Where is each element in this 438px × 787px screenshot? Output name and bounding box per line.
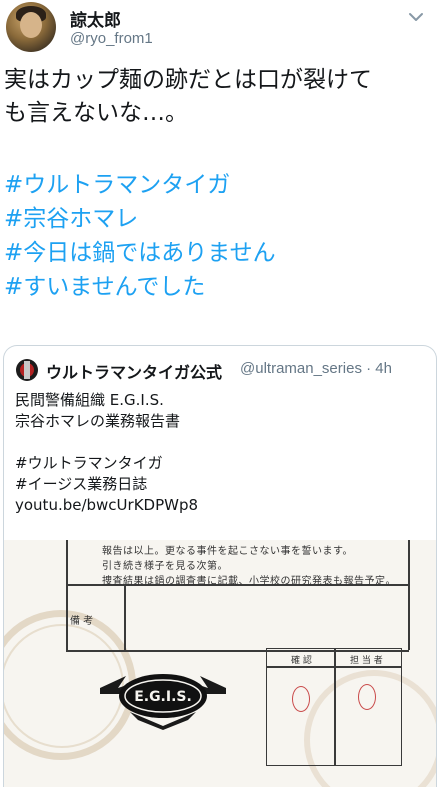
form-line xyxy=(124,584,126,650)
quoted-hashtag: #イージス業務日誌 xyxy=(15,475,148,493)
form-line xyxy=(408,540,410,650)
tweet-text-line: も言えないな…。 xyxy=(4,100,188,126)
quoted-author-handle-time: @ultraman_series · 4h xyxy=(240,360,392,377)
author-handle[interactable]: @ryo_from1 xyxy=(70,30,153,47)
quoted-author-name: ウルトラマンタイガ公式 xyxy=(46,363,223,382)
stamp-box-header-line xyxy=(266,666,402,668)
confirm-label: 確 認 xyxy=(291,656,312,666)
hashtag-link[interactable]: #すいませんでした xyxy=(4,270,434,304)
author-name[interactable]: 諒太郎 xyxy=(70,6,121,31)
hanko-stamp xyxy=(358,684,376,710)
hashtag-list: #ウルトラマンタイガ #宗谷ホマレ #今日は鍋ではありません #すいませんでした xyxy=(4,168,434,304)
quoted-tweet-card[interactable]: ウルトラマンタイガ公式 @ultraman_series · 4h 民間警備組織… xyxy=(3,345,437,787)
quoted-hashtag: #ウルトラマンタイガ xyxy=(15,454,163,472)
handwritten-line: 報告は以上。更なる事件を起こさない事を誓います。 xyxy=(102,546,353,557)
avatar-silver-crest xyxy=(24,361,30,379)
tweet: 諒太郎 @ryo_from1 実はカップ麺の跡だとは口が裂けて も言えないな…。… xyxy=(0,0,438,787)
egis-logo: E.G.I.S. xyxy=(100,674,226,730)
quoted-text-line: 宗谷ホマレの業務報告書 xyxy=(15,412,181,430)
hanko-stamp xyxy=(292,686,310,712)
report-document-image[interactable]: 報告は以上。更なる事件を起こさない事を誓います。 引き続き様子を見る次第。 捜査… xyxy=(4,540,436,787)
form-line xyxy=(66,540,68,650)
ultraman-avatar xyxy=(16,359,38,381)
chevron-down-icon[interactable] xyxy=(405,6,427,28)
quoted-text-line xyxy=(15,432,425,453)
quoted-text-line: 民間警備組織 E.G.I.S. xyxy=(15,391,164,409)
quoted-link: youtu.be/bwcUrKDPWp8 xyxy=(15,496,199,514)
hashtag-link[interactable]: #ウルトラマンタイガ xyxy=(4,168,434,202)
person-in-charge-label: 担 当 者 xyxy=(350,656,383,666)
hashtag-link[interactable]: #今日は鍋ではありません xyxy=(4,236,434,270)
quoted-tweet-text: 民間警備組織 E.G.I.S. 宗谷ホマレの業務報告書 #ウルトラマンタイガ #… xyxy=(15,390,425,516)
tweet-text: 実はカップ麺の跡だとは口が裂けて も言えないな…。 xyxy=(4,64,434,130)
handwritten-line: 引き続き様子を見る次第。 xyxy=(102,561,228,572)
author-avatar[interactable] xyxy=(6,2,56,52)
remarks-label: 備 考 xyxy=(70,616,94,627)
hashtag-link[interactable]: #宗谷ホマレ xyxy=(4,202,434,236)
svg-text:E.G.I.S.: E.G.I.S. xyxy=(134,689,192,705)
handwritten-line: 捜査結果は鍋の調査書に記載、小学校の研究発表も報告予定。 xyxy=(102,576,396,587)
avatar-face xyxy=(20,12,42,38)
tweet-text-line: 実はカップ麺の跡だとは口が裂けて xyxy=(4,67,372,93)
